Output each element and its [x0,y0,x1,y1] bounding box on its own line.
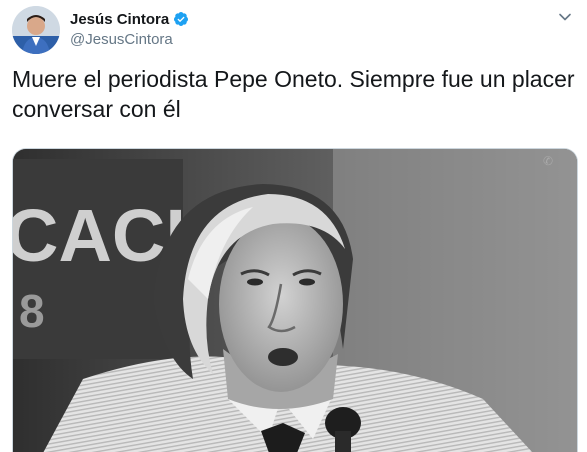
display-name[interactable]: Jesús Cintora [70,11,169,28]
tweet-card[interactable]: Jesús Cintora @JesusCintora Muere el per… [0,0,587,452]
avatar[interactable] [12,6,60,54]
tweet-header: Jesús Cintora @JesusCintora [12,6,572,54]
verified-badge-icon [173,11,189,27]
tweet-text: Muere el periodista Pepe Oneto. Siempre … [12,66,575,122]
tweet-photo[interactable]: CACIO 8 ✆ [12,148,578,452]
user-handle[interactable]: @JesusCintora [70,31,189,48]
user-info: Jesús Cintora @JesusCintora [70,9,189,48]
svg-text:✆: ✆ [543,154,553,168]
svg-text:8: 8 [19,285,45,337]
chevron-down-icon[interactable] [558,10,572,24]
